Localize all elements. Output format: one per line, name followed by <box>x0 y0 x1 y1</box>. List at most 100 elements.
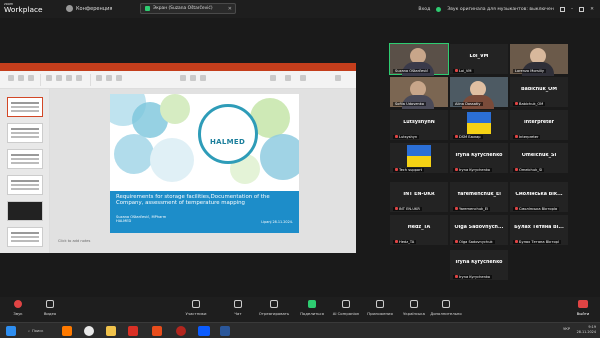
participants-button[interactable]: Участники <box>180 300 212 316</box>
react-button[interactable]: Отреагировать <box>258 300 290 316</box>
powerpoint-icon[interactable] <box>152 326 162 336</box>
slide-thumbnail[interactable] <box>7 123 43 143</box>
ribbon-icon[interactable] <box>106 75 112 81</box>
mic-muted-icon <box>515 168 518 171</box>
bubble-graphic <box>160 94 190 124</box>
participant-tile[interactable]: LutsyshynN Lutsyshyn <box>390 110 448 140</box>
ribbon-icon[interactable] <box>56 75 62 81</box>
zoom-icon[interactable] <box>198 326 210 336</box>
ribbon-icon[interactable] <box>28 75 34 81</box>
firefox-icon[interactable] <box>62 326 72 336</box>
participant-tile[interactable]: Iryna Kyrychenko Iryna Kyrychenko <box>450 143 508 173</box>
mic-muted-icon <box>395 240 398 243</box>
participant-tile[interactable]: Смолінська Вік... Смолінська Вікторія <box>510 182 568 212</box>
participant-tile[interactable]: Loi_VM Loi_VM <box>450 44 508 74</box>
original-sound-label[interactable]: Звук оригинала для музыкантов: выключен <box>447 7 554 12</box>
opera-icon[interactable] <box>176 326 186 336</box>
chat-button[interactable]: Чат <box>222 300 254 316</box>
clock[interactable]: 9:19 28.11.2024 <box>577 325 596 335</box>
slide-thumbnail[interactable] <box>7 227 43 247</box>
participant-name: Iryna Kyrychenko <box>453 168 493 172</box>
participant-tile[interactable]: DSM Бюлар <box>450 110 508 140</box>
ribbon-icon[interactable] <box>200 75 206 81</box>
maximize-icon[interactable] <box>579 6 585 12</box>
more-button[interactable]: Дополнительно <box>430 300 462 316</box>
slide: HALMED Requirements for storage faciliti… <box>110 94 299 233</box>
participant-tile[interactable]: Булах Тетяна Ві... Булах Тетяна Вікторі <box>510 215 568 245</box>
video-button[interactable]: Видео <box>34 300 66 316</box>
window-close-icon[interactable]: ✕ <box>590 7 594 12</box>
participant-tile[interactable]: Iryna Kyrychenko Iryna Kyrychenko <box>450 250 508 280</box>
participant-display-name: Булах Тетяна Ві... <box>514 225 564 230</box>
original-sound-icon <box>436 6 442 12</box>
ribbon-icon[interactable] <box>96 75 102 81</box>
signin-button[interactable]: Вход <box>418 7 430 12</box>
file-explorer-icon[interactable] <box>106 326 116 336</box>
ribbon-icon[interactable] <box>285 75 291 81</box>
participant-name: Lutsyshyn <box>393 135 420 139</box>
word-icon[interactable] <box>220 326 230 336</box>
participant-tile[interactable]: Omelchuk_SI Omelchuk_SI <box>510 143 568 173</box>
participant-tile[interactable]: Interpreter Interpreter <box>510 110 568 140</box>
ukraine-flag-avatar <box>467 112 491 134</box>
participant-display-name: Babichuk_OM <box>520 87 558 92</box>
participant-name: Yaremenchuk_El <box>453 207 491 211</box>
mic-muted-icon <box>515 240 518 243</box>
audio-button[interactable]: Звук <box>2 300 34 316</box>
share-button[interactable]: Поделиться <box>296 300 328 316</box>
ribbon-icon[interactable] <box>116 75 122 81</box>
ribbon-icon[interactable] <box>46 75 52 81</box>
logo-big: Workplace <box>4 5 43 14</box>
mic-muted-icon <box>455 275 458 278</box>
ai-companion-button[interactable]: AI Companion <box>330 300 362 316</box>
participant-tile[interactable]: Tech support <box>390 143 448 173</box>
taskbar-search[interactable]: ⌕ Поиск <box>28 326 50 336</box>
globe-icon <box>410 300 418 308</box>
participant-tile[interactable]: Suzana Oštarčević <box>389 43 449 76</box>
participant-tile[interactable]: Sofiia Udovenko <box>390 77 448 109</box>
grid-view-icon[interactable] <box>559 6 565 12</box>
slide-date: Lipanj 28.11.2024. <box>261 220 293 224</box>
slide-thumbnail[interactable] <box>7 149 43 169</box>
participant-display-name: Yaremenchuk_El <box>457 192 501 197</box>
participant-tile[interactable]: Yaremenchuk_El Yaremenchuk_El <box>450 182 508 212</box>
notes-placeholder[interactable]: Click to add notes <box>58 239 90 243</box>
ribbon-icon[interactable] <box>335 75 341 81</box>
participant-tile[interactable]: Lorenzo Morsiliy <box>510 44 568 76</box>
participant-tile[interactable]: Hedz_TA Hedz_TA <box>390 215 448 245</box>
conference-menu[interactable]: Конференция <box>66 5 112 12</box>
ribbon-icon[interactable] <box>180 75 186 81</box>
view-tab[interactable]: Экран (Suzana Oštarčević) ✕ <box>140 3 236 14</box>
mic-muted-icon <box>14 300 22 308</box>
slide-thumbnail[interactable] <box>7 97 43 117</box>
close-icon[interactable]: ✕ <box>228 6 232 12</box>
ribbon-icon[interactable] <box>300 75 306 81</box>
ribbon-icon[interactable] <box>18 75 24 81</box>
ribbon-icon[interactable] <box>66 75 72 81</box>
system-tray[interactable]: УКР <box>563 327 570 331</box>
participant-tile[interactable]: Alina Dossatiy <box>450 77 508 109</box>
participant-tile[interactable]: Babichuk_OM Babichuk_OM <box>510 77 568 107</box>
participant-tile[interactable]: INT EN-UKR INT EN-UKR <box>390 182 448 212</box>
minimize-icon[interactable]: – <box>571 7 573 12</box>
apps-button[interactable]: Приложения <box>364 300 396 316</box>
acrobat-icon[interactable] <box>128 326 138 336</box>
chrome-icon[interactable] <box>84 326 94 336</box>
ribbon-icon[interactable] <box>76 75 82 81</box>
leave-button[interactable]: Выйти <box>572 300 594 318</box>
participant-name: INT EN-UKR <box>393 207 422 211</box>
participants-icon <box>192 300 200 308</box>
ribbon-icon[interactable] <box>270 75 276 81</box>
slide-thumbnail[interactable] <box>7 201 43 221</box>
windows-start-icon[interactable] <box>6 326 16 336</box>
participant-display-name: Hedz_TA <box>407 225 431 230</box>
language-button[interactable]: Українська <box>398 300 430 316</box>
participant-display-name: Interpreter <box>523 120 555 125</box>
mic-muted-icon <box>395 168 398 171</box>
slide-thumbnail[interactable] <box>7 175 43 195</box>
ribbon-icon[interactable] <box>8 75 14 81</box>
halmed-logo-circle <box>198 104 258 164</box>
participant-tile[interactable]: Olga Sadovnych... Olga Sadovnychuk <box>450 215 508 245</box>
ribbon-icon[interactable] <box>190 75 196 81</box>
ribbon-divider <box>40 74 41 86</box>
